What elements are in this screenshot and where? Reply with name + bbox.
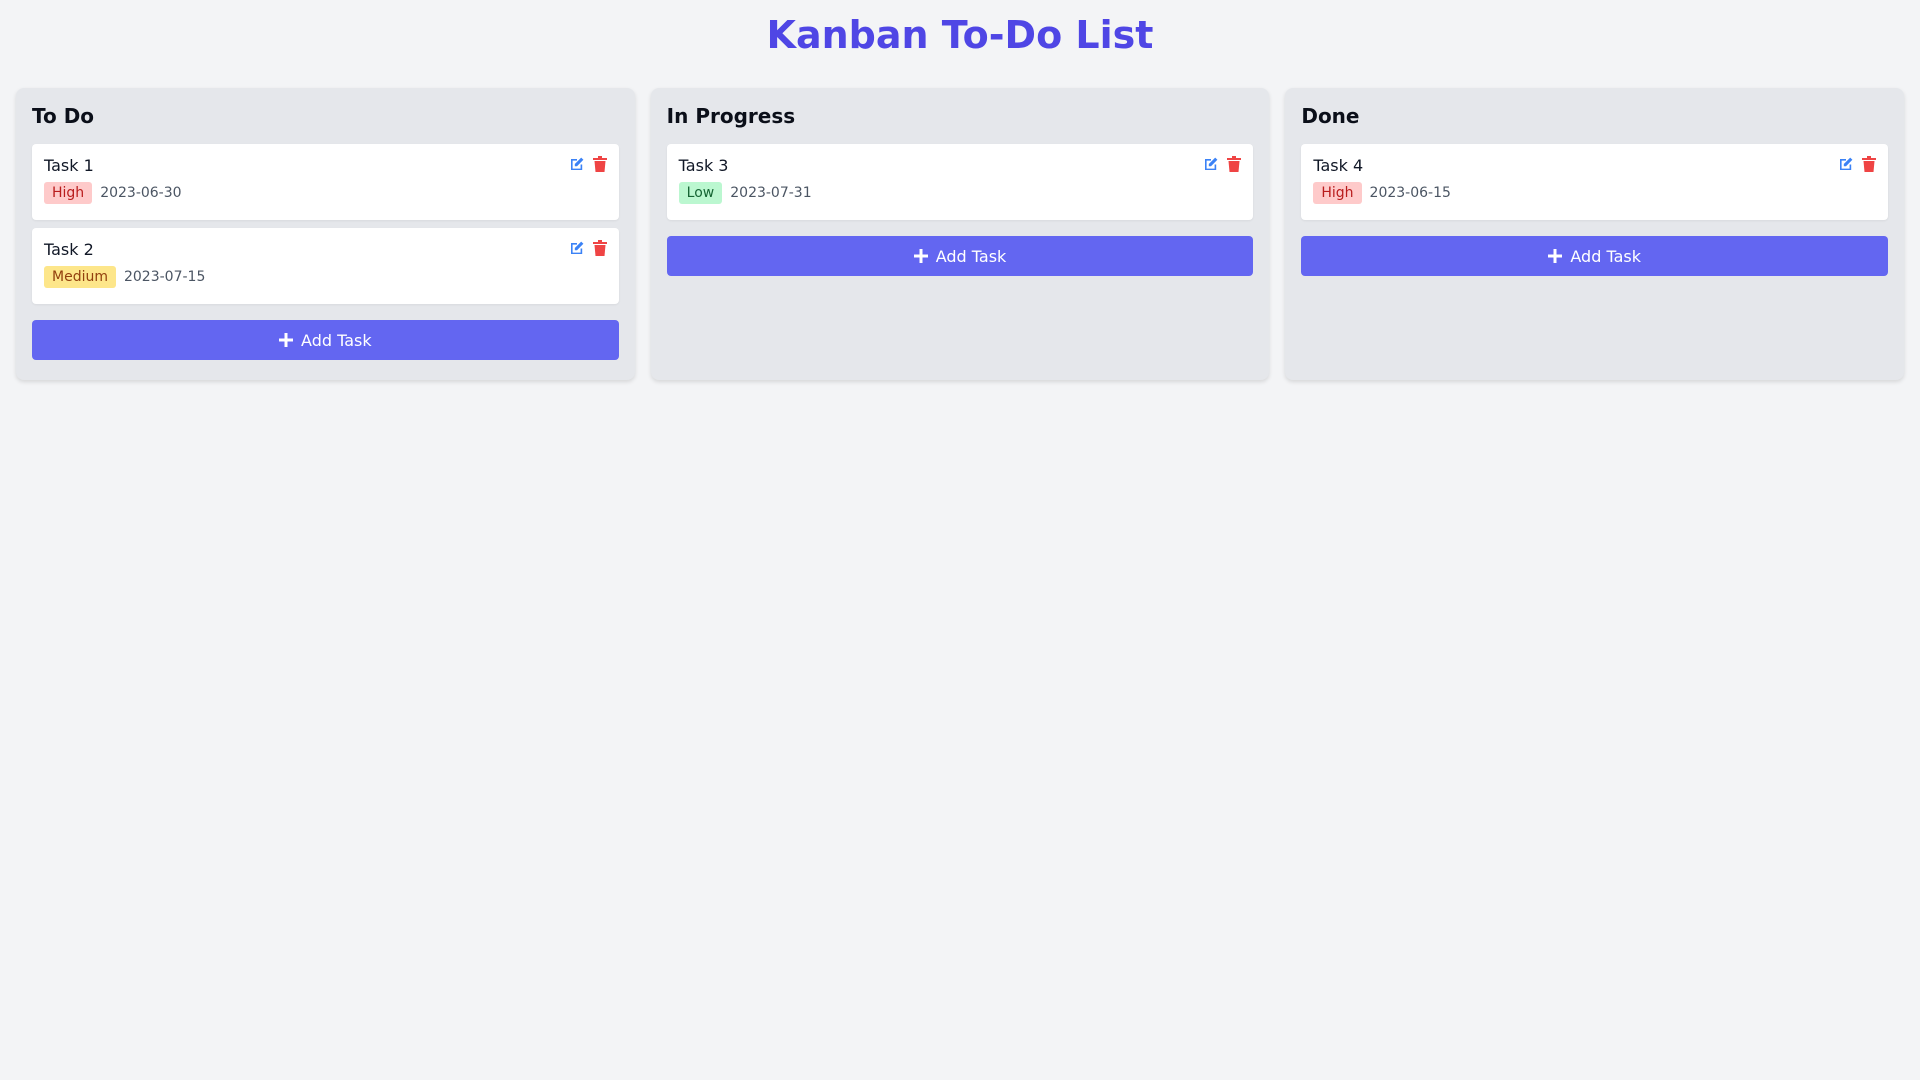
task-title: Task 3 — [678, 156, 729, 175]
column-title: Done — [1301, 104, 1360, 128]
trash-icon[interactable] — [592, 240, 607, 256]
priority-badge: High — [44, 182, 93, 204]
add-task-label: Add Task — [301, 330, 372, 350]
add-task-button[interactable]: Add Task — [1301, 236, 1889, 276]
plus-icon — [279, 333, 294, 347]
priority-badge: Low — [678, 182, 723, 204]
priority-badge: High — [1313, 182, 1362, 204]
due-date: 2023-06-15 — [1369, 185, 1451, 201]
column-title: In Progress — [666, 104, 796, 128]
column-in-progress: In Progress Task 3 Low 2023-07-31 Add Ta… — [650, 88, 1270, 380]
edit-icon[interactable] — [1203, 156, 1219, 172]
task-card[interactable]: Task 1 High 2023-06-30 — [32, 144, 619, 220]
edit-icon[interactable] — [569, 156, 585, 172]
due-date: 2023-07-15 — [123, 269, 206, 285]
add-task-label: Add Task — [1570, 246, 1641, 266]
plus-icon — [1548, 249, 1563, 263]
task-card[interactable]: Task 3 Low 2023-07-31 — [666, 144, 1254, 220]
add-task-label: Add Task — [935, 246, 1007, 266]
add-task-button[interactable]: Add Task — [666, 236, 1254, 276]
trash-icon[interactable] — [592, 156, 607, 172]
priority-badge: Medium — [44, 266, 116, 288]
trash-icon[interactable] — [1862, 156, 1877, 172]
task-title: Task 1 — [44, 156, 94, 175]
edit-icon[interactable] — [569, 240, 585, 256]
kanban-board: To Do Task 1 High 2023-06-30 Task 2 Medi… — [0, 88, 1920, 380]
column-done: Done Task 4 High 2023-06-15 Add Task — [1285, 88, 1905, 380]
add-task-button[interactable]: Add Task — [32, 320, 619, 360]
column-title: To Do — [32, 104, 95, 128]
edit-icon[interactable] — [1838, 156, 1854, 172]
column-to-do: To Do Task 1 High 2023-06-30 Task 2 Medi… — [16, 88, 635, 380]
page-title: Kanban To-Do List — [766, 13, 1154, 57]
due-date: 2023-07-31 — [730, 185, 812, 201]
task-title: Task 2 — [44, 240, 94, 259]
task-card[interactable]: Task 2 Medium 2023-07-15 — [32, 228, 619, 304]
due-date: 2023-06-30 — [100, 185, 182, 201]
task-card[interactable]: Task 4 High 2023-06-15 — [1301, 144, 1889, 220]
task-title: Task 4 — [1313, 156, 1364, 175]
plus-icon — [913, 249, 928, 263]
trash-icon[interactable] — [1227, 156, 1242, 172]
